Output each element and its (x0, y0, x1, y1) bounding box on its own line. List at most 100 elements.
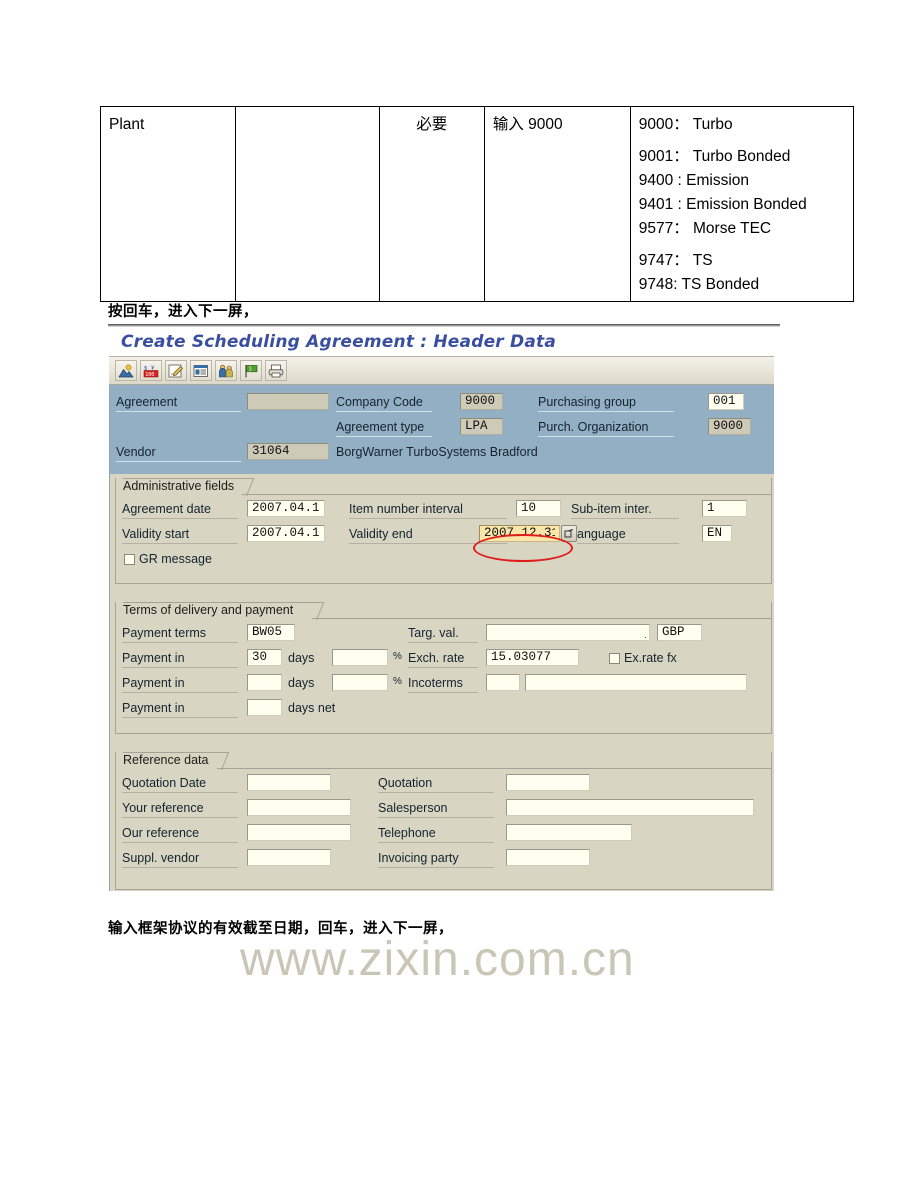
our-reference-label: Our reference (122, 826, 238, 843)
group-legend: Administrative fields (116, 478, 771, 496)
page-title: Create Scheduling Agreement : Header Dat… (121, 332, 556, 352)
calendar-icon[interactable]: $ ¥100 (140, 360, 162, 381)
form-row: Our reference Telephone (116, 822, 771, 847)
language-input[interactable] (702, 525, 732, 542)
telephone-input[interactable] (506, 824, 632, 841)
your-reference-input[interactable] (247, 799, 351, 816)
print-icon[interactable] (265, 360, 287, 381)
value-option: 9401 : Emission Bonded (638, 196, 807, 214)
form-row: Vendor BorgWarner TurboSystems Bradford (110, 441, 774, 466)
payment-in-1-percent-input[interactable] (332, 649, 388, 666)
cell-blank (235, 105, 380, 303)
form-row: Agreement Company Code Purchasing group (110, 391, 774, 416)
quotation-date-input[interactable] (247, 774, 331, 791)
currency-input[interactable] (657, 624, 702, 641)
item-number-interval-input[interactable] (516, 500, 561, 517)
suppl-vendor-input[interactable] (247, 849, 331, 866)
item-number-interval-label: Item number interval (349, 502, 507, 519)
targ-val-label: Targ. val. (408, 626, 478, 643)
partners-icon[interactable] (215, 360, 237, 381)
svg-text:100: 100 (145, 372, 154, 378)
purchasing-group-label: Purchasing group (538, 395, 674, 412)
form-row: Payment in days % Incoterms (116, 672, 771, 697)
form-body: www.zixin.com.cn Agreement Company Code … (109, 385, 774, 986)
group-legend: Reference data (116, 752, 771, 770)
suppl-vendor-label: Suppl. vendor (122, 851, 238, 868)
company-code-input[interactable] (460, 393, 503, 410)
targ-val-decimal-mark: . (644, 629, 648, 641)
form-row: Your reference Salesperson (116, 797, 771, 822)
incoterms-text-input[interactable] (525, 674, 747, 691)
validity-end-input[interactable] (479, 525, 560, 542)
overview-icon[interactable] (115, 360, 137, 381)
gr-message-checkbox[interactable] (124, 554, 135, 565)
telephone-label: Telephone (378, 826, 494, 843)
cell-required: 必要 (378, 105, 485, 303)
payment-in-1-label: Payment in (122, 651, 238, 668)
validity-start-input[interactable] (247, 525, 325, 542)
reference-data-group: Reference data Quotation Date Quotation … (115, 752, 772, 890)
sub-item-inter-label: Sub-item inter. (571, 502, 679, 519)
texts-icon[interactable] (190, 360, 212, 381)
value-option: 9577： Morse TEC (638, 220, 772, 238)
value-option: 9001： Turbo Bonded (638, 148, 791, 166)
administrative-fields-group: Administrative fields Agreement date Ite… (115, 478, 772, 584)
flag-icon[interactable] (240, 360, 262, 381)
form-row: Payment in days % Exch. rate Ex.rate fx (116, 647, 771, 672)
value-option: 9000： Turbo (638, 116, 733, 133)
incoterms-label: Incoterms (408, 676, 478, 693)
quotation-label: Quotation (378, 776, 494, 793)
exch-rate-input[interactable] (486, 649, 579, 666)
cell-input-hint: 输入 9000 (483, 105, 631, 303)
invoicing-party-input[interactable] (506, 849, 590, 866)
sap-screen: Create Scheduling Agreement : Header Dat… (109, 328, 774, 986)
header-block: Agreement Company Code Purchasing group … (110, 385, 774, 474)
salesperson-label: Salesperson (378, 801, 494, 818)
terms-legend: Terms of delivery and payment (123, 603, 294, 617)
vendor-label: Vendor (116, 445, 241, 462)
quotation-input[interactable] (506, 774, 590, 791)
purchasing-group-input[interactable] (708, 393, 744, 410)
days-label: days (288, 676, 315, 690)
payment-in-2-label: Payment in (122, 676, 238, 693)
company-code-label: Company Code (336, 395, 432, 412)
form-row: Quotation Date Quotation (116, 772, 771, 797)
agreement-date-input[interactable] (247, 500, 325, 517)
purch-org-input[interactable] (708, 418, 751, 435)
payment-in-3-label: Payment in (122, 701, 238, 718)
incoterms-code-input[interactable] (486, 674, 520, 691)
sub-item-inter-input[interactable] (702, 500, 747, 517)
instruction-note-bottom: 输入框架协议的有效截至日期，回车，进入下一屏， (108, 921, 453, 937)
group-content: Payment terms Targ. val. . Payment in da… (116, 619, 771, 733)
form-row: Suppl. vendor Invoicing party (116, 847, 771, 872)
terms-group: Terms of delivery and payment Payment te… (115, 602, 772, 734)
ex-rate-fx-checkbox[interactable] (609, 653, 620, 664)
edit-icon[interactable] (165, 360, 187, 381)
salesperson-input[interactable] (506, 799, 754, 816)
form-row: Validity start Validity end anguage (116, 523, 771, 548)
reference-data-legend: Reference data (123, 753, 209, 767)
our-reference-input[interactable] (247, 824, 351, 841)
payment-terms-input[interactable] (247, 624, 295, 641)
value-option: 9747： TS (638, 252, 713, 270)
payment-in-2-percent-input[interactable] (332, 674, 388, 691)
payment-in-1-days-input[interactable] (247, 649, 282, 666)
agreement-type-input[interactable] (460, 418, 503, 435)
days-net-label: days net (288, 701, 336, 715)
screen-title-bar: Create Scheduling Agreement : Header Dat… (109, 328, 774, 356)
value-option: 9748: TS Bonded (638, 276, 760, 294)
your-reference-label: Your reference (122, 801, 238, 818)
form-row: Payment in days net (116, 697, 771, 722)
payment-in-3-days-input[interactable] (247, 699, 282, 716)
quotation-date-label: Quotation Date (122, 776, 238, 793)
targ-val-input[interactable] (486, 624, 650, 641)
payment-in-2-days-input[interactable] (247, 674, 282, 691)
search-help-button[interactable] (561, 525, 577, 542)
cell-field-name: Plant (99, 105, 237, 303)
table-row: Plant 必要 输入 9000 9000： Turbo 9001： Turbo… (99, 105, 855, 303)
vendor-input[interactable] (247, 443, 329, 460)
agreement-input[interactable] (247, 393, 329, 410)
group-content: Quotation Date Quotation Your reference … (116, 769, 771, 889)
purch-org-label: Purch. Organization (538, 420, 674, 437)
plant-parameter-table: Plant 必要 输入 9000 9000： Turbo 9001： Turbo… (99, 105, 855, 303)
